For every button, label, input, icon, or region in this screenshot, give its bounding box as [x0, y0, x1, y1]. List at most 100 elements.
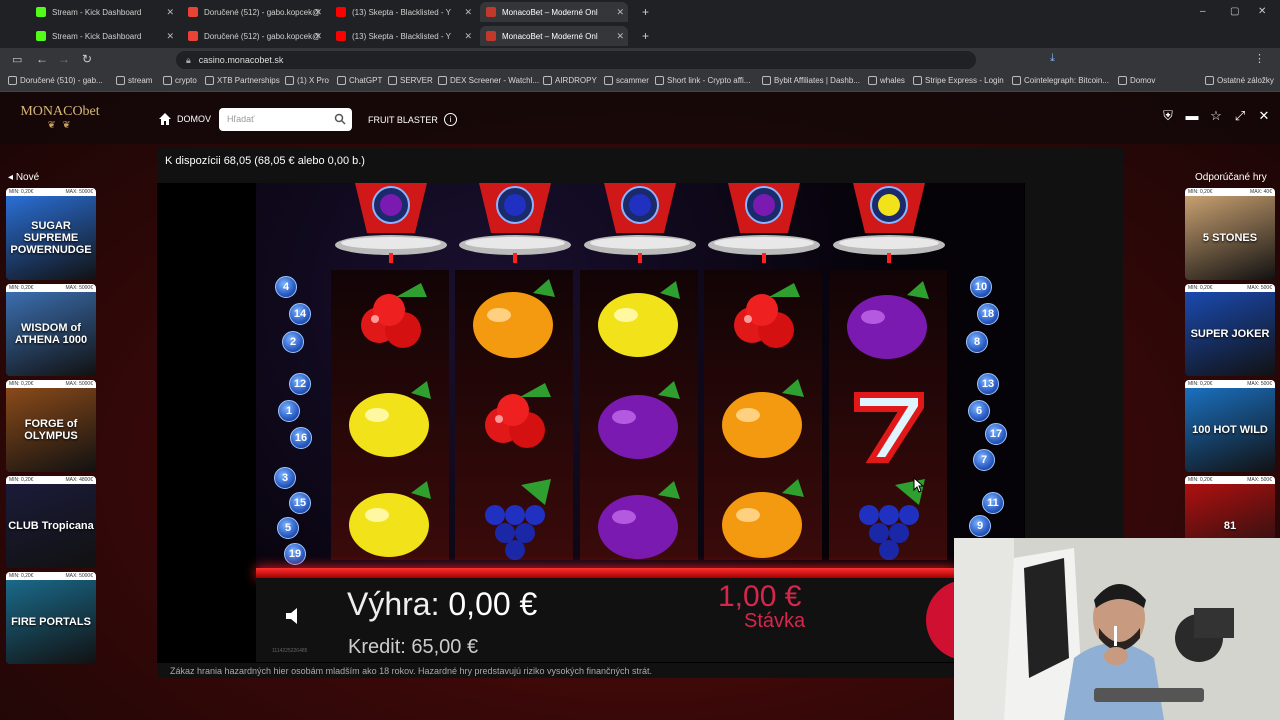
browser-tab[interactable]: MonacoBet – Moderné Onl ✕ [480, 2, 628, 22]
new-tab-icon[interactable]: + [636, 26, 655, 46]
tab-close-icon[interactable]: ✕ [464, 31, 472, 42]
close-icon[interactable]: ✕ [1256, 108, 1272, 124]
mouse-cursor-icon [913, 477, 925, 493]
recommended-games-label: Odporúčané hry [1195, 172, 1267, 183]
payline-marker[interactable]: 2 [282, 331, 304, 353]
tab-close-icon[interactable]: ✕ [464, 7, 472, 18]
payline-marker[interactable]: 3 [274, 467, 296, 489]
browser-tab[interactable]: (13) Skepta - Blacklisted - Y ✕ [330, 2, 476, 22]
search-input[interactable]: Hľadať [219, 108, 352, 131]
payline-marker[interactable]: 14 [289, 303, 311, 325]
address-bar[interactable]: 🔒︎ casino.monacobet.sk [176, 51, 976, 69]
star-icon[interactable]: ☆ [1208, 108, 1224, 124]
game-thumbnail[interactable]: MIN: 0,20€ MAX: 500€ 100 HOT WILD [1185, 380, 1275, 472]
tab-close-icon[interactable]: ✕ [166, 7, 174, 18]
bookmark-item[interactable]: stream [116, 76, 152, 85]
payline-marker[interactable]: 9 [969, 515, 991, 537]
payline-marker[interactable]: 4 [275, 276, 297, 298]
win-label: Výhra: [347, 586, 440, 622]
game-thumbnail[interactable]: MIN: 0,20€ MAX: 4800€ CLUB Tropicana [6, 476, 96, 568]
game-thumbnail[interactable]: MIN: 0,20€ MAX: 5000€ FORGE of OLYMPUS [6, 380, 96, 472]
game-thumbnail[interactable]: MIN: 0,20€ MAX: 5000€ FIRE PORTALS [6, 572, 96, 664]
menu-icon[interactable]: ⋮ [1254, 52, 1265, 65]
game-min-bet: MIN: 0,20€ [1188, 381, 1213, 387]
game-thumbnail[interactable]: MIN: 0,20€ MAX: 500€ SUPER JOKER [1185, 284, 1275, 376]
chevron-left-icon: ◂ [8, 172, 16, 183]
bookmark-item[interactable]: Short link - Crypto affi... [655, 76, 750, 85]
payline-marker[interactable]: 6 [968, 400, 990, 422]
bookmark-item[interactable]: Stripe Express - Login [913, 76, 1004, 85]
maximize-icon[interactable]: ▢ [1230, 6, 1239, 17]
payline-marker[interactable]: 13 [977, 373, 999, 395]
browser-tab[interactable]: Doručené (512) - gabo.kopcek@ ✕ [182, 26, 326, 46]
bookmark-item[interactable]: ChatGPT [337, 76, 382, 85]
game-min-bet: MIN: 0,20€ [1188, 189, 1213, 195]
browser-tab[interactable]: Stream - Kick Dashboard ✕ [30, 2, 178, 22]
game-thumbnail[interactable]: MIN: 0,20€ MAX: 5000€ SUGAR SUPREME POWERN… [6, 188, 96, 280]
info-icon[interactable]: i [443, 113, 457, 126]
payline-marker[interactable]: 17 [985, 423, 1007, 445]
forward-icon[interactable]: → [58, 52, 70, 66]
bookmark-icon [205, 76, 214, 85]
game-thumbnail[interactable]: MIN: 0,20€ MAX: 40€ 5 STONES [1185, 188, 1275, 280]
payline-marker[interactable]: 5 [277, 517, 299, 539]
home-link[interactable]: DOMOV [158, 112, 211, 126]
game-thumbnail[interactable]: MIN: 0,20€ MAX: 5000€ WISDOM of ATHENA 100… [6, 284, 96, 376]
browser-tab[interactable]: MonacoBet – Moderné Onl ✕ [480, 26, 628, 46]
payline-marker[interactable]: 10 [970, 276, 992, 298]
payline-marker[interactable]: 15 [289, 492, 311, 514]
tab-favicon-icon [486, 31, 496, 41]
game-min-bet: MIN: 0,20€ [1188, 477, 1213, 483]
wallet-icon[interactable]: ▬ [1184, 108, 1200, 124]
bookmark-item[interactable]: Doručené (510) - gab... [8, 76, 103, 85]
bookmark-item[interactable]: Bybit Affiliates | Dashb... [762, 76, 860, 85]
bookmark-label: SERVER [400, 76, 433, 85]
tab-close-icon[interactable]: ✕ [616, 7, 624, 18]
browser-tab[interactable]: Stream - Kick Dashboard ✕ [30, 26, 178, 46]
browser-tab[interactable]: (13) Skepta - Blacklisted - Y ✕ [330, 26, 476, 46]
sidebar-toggle-icon[interactable]: ▭ [12, 53, 22, 66]
bookmark-label: Bybit Affiliates | Dashb... [774, 76, 860, 85]
tab-close-icon[interactable]: ✕ [616, 31, 624, 42]
speaker-icon[interactable] [283, 605, 305, 627]
browser-tab[interactable]: Doručené (512) - gabo.kopcek@ ✕ [182, 2, 326, 22]
bookmark-item[interactable]: Cointelegraph: Bitcoin... [1012, 76, 1109, 85]
new-tab-icon[interactable]: + [636, 2, 655, 22]
window-close-icon[interactable]: ✕ [1258, 6, 1266, 17]
shield-icon[interactable]: ⛨ [1160, 108, 1176, 124]
fullscreen-icon[interactable]: ⤢ [1232, 108, 1248, 124]
bet-value[interactable]: 1,00 € [718, 580, 801, 614]
bookmark-item[interactable]: scammer [604, 76, 649, 85]
search-icon[interactable] [334, 113, 346, 125]
minimize-icon[interactable]: – [1200, 6, 1206, 17]
new-games-label[interactable]: ◂ Nové [8, 172, 39, 183]
url-text: casino.monacobet.sk [198, 55, 284, 65]
other-bookmarks[interactable]: Ostatné záložky [1205, 76, 1274, 85]
tab-close-icon[interactable]: ✕ [314, 31, 322, 42]
bookmark-item[interactable]: (1) X Pro [285, 76, 329, 85]
download-icon[interactable]: ⤓ [1050, 52, 1055, 65]
tab-favicon-icon [188, 7, 198, 17]
bookmark-item[interactable]: XTB Partnerships [205, 76, 280, 85]
logo-text: MONACObet [20, 104, 100, 119]
bookmark-item[interactable]: DEX Screener - Watchl... [438, 76, 539, 85]
payline-marker[interactable]: 7 [973, 449, 995, 471]
game-limits: MIN: 0,20€ MAX: 4800€ [6, 476, 96, 484]
bookmark-item[interactable]: AIRDROPY [543, 76, 597, 85]
tab-close-icon[interactable]: ✕ [166, 31, 174, 42]
payline-marker[interactable]: 8 [966, 331, 988, 353]
tab-close-icon[interactable]: ✕ [314, 7, 322, 18]
site-logo[interactable]: MONACObet ❦ ❦ [14, 104, 106, 138]
payline-marker[interactable]: 1 [278, 400, 300, 422]
payline-marker[interactable]: 19 [284, 543, 306, 565]
payline-marker[interactable]: 12 [289, 373, 311, 395]
payline-marker[interactable]: 18 [977, 303, 999, 325]
reload-icon[interactable]: ↻ [82, 52, 92, 66]
bookmark-item[interactable]: SERVER [388, 76, 433, 85]
bookmark-item[interactable]: crypto [163, 76, 197, 85]
payline-marker[interactable]: 11 [982, 492, 1004, 514]
bookmark-item[interactable]: whales [868, 76, 905, 85]
back-icon[interactable]: ← [36, 52, 48, 66]
payline-marker[interactable]: 16 [290, 427, 312, 449]
bookmark-item[interactable]: Domov [1118, 76, 1155, 85]
